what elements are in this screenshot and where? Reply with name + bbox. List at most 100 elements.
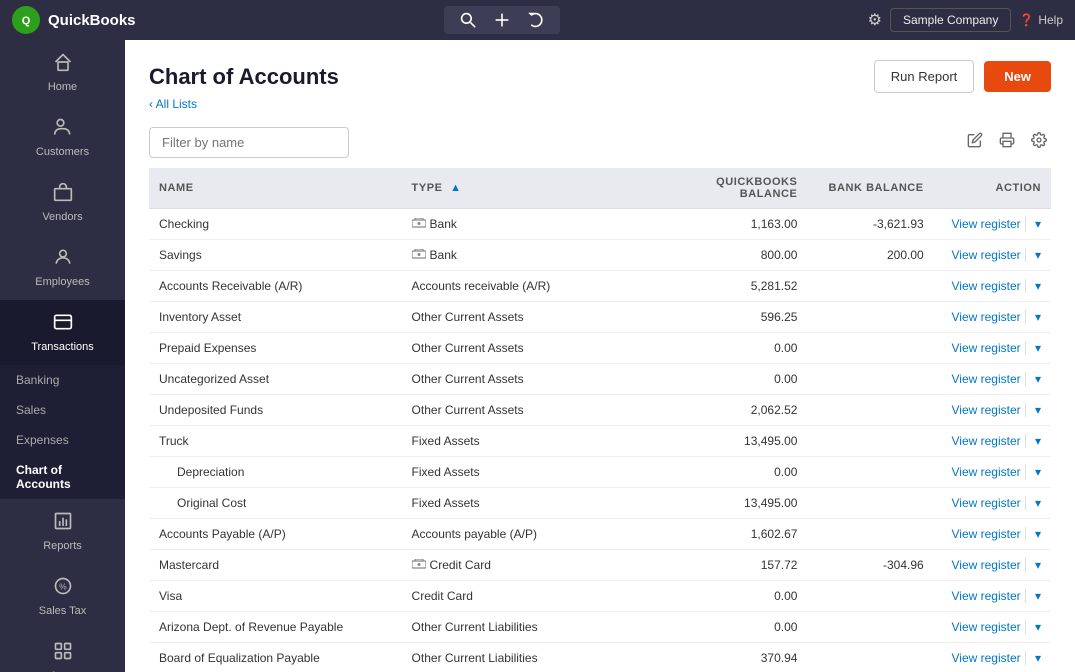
cell-action: View register ▾ xyxy=(934,612,1051,643)
action-dropdown-btn[interactable]: ▾ xyxy=(1025,620,1041,634)
table-row: Accounts Payable (A/P)Accounts payable (… xyxy=(149,519,1051,550)
action-dropdown-btn[interactable]: ▾ xyxy=(1025,589,1041,603)
print-icon-btn[interactable] xyxy=(995,128,1019,157)
action-dropdown-btn[interactable]: ▾ xyxy=(1025,279,1041,293)
refresh-icon-btn[interactable] xyxy=(520,8,552,32)
action-dropdown-btn[interactable]: ▾ xyxy=(1025,310,1041,324)
sidebar-item-sales-tax[interactable]: % Sales Tax xyxy=(0,564,125,629)
view-register-link[interactable]: View register xyxy=(952,310,1021,324)
view-register-link[interactable]: View register xyxy=(952,279,1021,293)
view-register-link[interactable]: View register xyxy=(952,651,1021,665)
edit-icon-btn[interactable] xyxy=(963,128,987,157)
view-register-link[interactable]: View register xyxy=(952,248,1021,262)
action-dropdown-btn[interactable]: ▾ xyxy=(1025,434,1041,448)
vendors-label: Vendors xyxy=(42,211,82,223)
company-name: Sample Company xyxy=(903,13,998,27)
view-register-link[interactable]: View register xyxy=(952,217,1021,231)
settings-icon[interactable]: ⚙ xyxy=(868,10,882,30)
sales-label: Sales xyxy=(16,403,46,417)
view-register-link[interactable]: View register xyxy=(952,434,1021,448)
reports-label: Reports xyxy=(43,540,82,552)
header-actions: Run Report New xyxy=(874,60,1051,93)
action-dropdown-btn[interactable]: ▾ xyxy=(1025,558,1041,572)
company-button[interactable]: Sample Company xyxy=(890,8,1011,32)
sidebar-item-vendors[interactable]: Vendors xyxy=(0,170,125,235)
view-register-link[interactable]: View register xyxy=(952,558,1021,572)
table-row: Original CostFixed Assets13,495.00View r… xyxy=(149,488,1051,519)
cell-name: Board of Equalization Payable xyxy=(149,643,402,672)
sidebar-item-home[interactable]: Home xyxy=(0,40,125,105)
employees-label: Employees xyxy=(35,276,89,288)
view-register-link[interactable]: View register xyxy=(952,465,1021,479)
help-label: Help xyxy=(1038,13,1063,27)
sidebar-item-employees[interactable]: Employees xyxy=(0,235,125,300)
view-register-link[interactable]: View register xyxy=(952,589,1021,603)
action-dropdown-btn[interactable]: ▾ xyxy=(1025,465,1041,479)
add-icon-btn[interactable] xyxy=(486,8,518,32)
bank-connect-icon xyxy=(412,249,426,259)
sidebar-sub-expenses[interactable]: Expenses xyxy=(0,425,125,455)
action-dropdown-btn[interactable]: ▾ xyxy=(1025,217,1041,231)
cell-qb-balance: 370.94 xyxy=(645,643,807,672)
cell-qb-balance: 1,163.00 xyxy=(645,209,807,240)
action-dropdown-btn[interactable]: ▾ xyxy=(1025,651,1041,665)
action-dropdown-btn[interactable]: ▾ xyxy=(1025,372,1041,386)
svg-text:Q: Q xyxy=(22,15,31,27)
action-dropdown-btn[interactable]: ▾ xyxy=(1025,341,1041,355)
view-register-link[interactable]: View register xyxy=(952,372,1021,386)
sidebar-item-apps[interactable]: Apps xyxy=(0,629,125,672)
cell-type: Fixed Assets xyxy=(402,457,646,488)
run-report-button[interactable]: Run Report xyxy=(874,60,974,93)
sidebar-sub-banking[interactable]: Banking xyxy=(0,365,125,395)
bank-connect-icon xyxy=(412,559,426,569)
action-dropdown-btn[interactable]: ▾ xyxy=(1025,527,1041,541)
table-row: CheckingBank1,163.00-3,621.93View regist… xyxy=(149,209,1051,240)
qb-logo-icon: Q xyxy=(12,6,40,34)
cell-bank-balance xyxy=(807,333,933,364)
table-row: Accounts Receivable (A/R)Accounts receiv… xyxy=(149,271,1051,302)
action-dropdown-btn[interactable]: ▾ xyxy=(1025,248,1041,262)
cell-type: Fixed Assets xyxy=(402,488,646,519)
sidebar-item-reports[interactable]: Reports xyxy=(0,499,125,564)
cell-type: Other Current Assets xyxy=(402,364,646,395)
cell-action: View register ▾ xyxy=(934,426,1051,457)
sidebar-sub-sales[interactable]: Sales xyxy=(0,395,125,425)
top-nav: Q QuickBooks ⚙ Sample Company ❓ Help xyxy=(0,0,1075,40)
cell-name: Inventory Asset xyxy=(149,302,402,333)
filter-input[interactable] xyxy=(149,127,349,158)
reports-icon xyxy=(53,511,73,536)
action-dropdown-btn[interactable]: ▾ xyxy=(1025,496,1041,510)
view-register-link[interactable]: View register xyxy=(952,527,1021,541)
cell-bank-balance xyxy=(807,457,933,488)
col-name: NAME xyxy=(149,168,402,209)
sidebar-item-customers[interactable]: Customers xyxy=(0,105,125,170)
view-register-link[interactable]: View register xyxy=(952,341,1021,355)
table-row: Uncategorized AssetOther Current Assets0… xyxy=(149,364,1051,395)
sales-tax-label: Sales Tax xyxy=(39,605,87,617)
view-register-link[interactable]: View register xyxy=(952,620,1021,634)
view-register-link[interactable]: View register xyxy=(952,496,1021,510)
cell-name: Undeposited Funds xyxy=(149,395,402,426)
search-icon-btn[interactable] xyxy=(452,8,484,32)
banking-label: Banking xyxy=(16,373,59,387)
cell-action: View register ▾ xyxy=(934,643,1051,672)
expenses-label: Expenses xyxy=(16,433,69,447)
logo: Q QuickBooks xyxy=(12,6,136,34)
breadcrumb[interactable]: All Lists xyxy=(149,97,1051,111)
help-button[interactable]: ❓ Help xyxy=(1019,13,1063,27)
cell-name: Prepaid Expenses xyxy=(149,333,402,364)
sidebar-sub-chart-of-accounts[interactable]: Chart of Accounts xyxy=(0,455,125,499)
col-action: ACTION xyxy=(934,168,1051,209)
cell-type: Other Current Assets xyxy=(402,302,646,333)
action-dropdown-btn[interactable]: ▾ xyxy=(1025,403,1041,417)
new-button[interactable]: New xyxy=(984,61,1051,92)
table-row: Undeposited FundsOther Current Assets2,0… xyxy=(149,395,1051,426)
sidebar-item-transactions[interactable]: Transactions xyxy=(0,300,125,365)
cell-type: Credit Card xyxy=(402,550,646,581)
cell-type: Credit Card xyxy=(402,581,646,612)
cell-type: Bank xyxy=(402,240,646,271)
cell-bank-balance xyxy=(807,643,933,672)
table-row: DepreciationFixed Assets0.00View registe… xyxy=(149,457,1051,488)
view-register-link[interactable]: View register xyxy=(952,403,1021,417)
settings-icon-btn[interactable] xyxy=(1027,128,1051,157)
